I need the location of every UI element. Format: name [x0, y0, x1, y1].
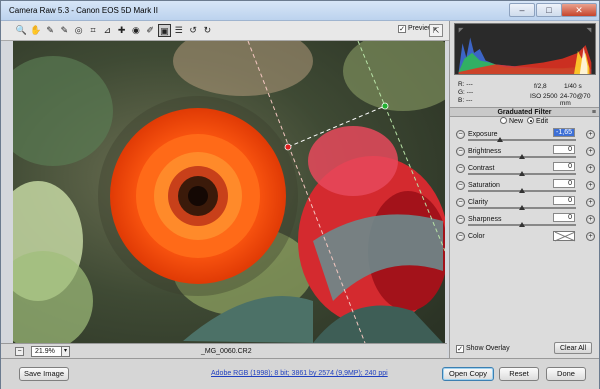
exposure-slider-thumb[interactable]: [497, 137, 504, 142]
close-button[interactable]: ✕: [561, 3, 597, 17]
saturation-value-field[interactable]: 0: [553, 179, 575, 188]
clarity-label: Clarity: [468, 199, 488, 206]
crop-tool-icon[interactable]: ⌗: [87, 24, 100, 37]
title-bar: Camera Raw 5.3 - Canon EOS 5D Mark II – …: [1, 1, 599, 21]
filter-start-pin[interactable]: [284, 143, 292, 151]
contrast-label: Contrast: [468, 165, 495, 172]
preview-toggle[interactable]: ✓ Preview: [398, 25, 433, 33]
rotate-right-icon[interactable]: ↻: [201, 24, 214, 37]
color-label: Color: [468, 233, 485, 240]
hand-tool-icon[interactable]: ✋: [29, 24, 42, 37]
clear-all-button[interactable]: Clear All: [554, 342, 592, 354]
adjustment-panel: R: --- G: --- B: --- f/2,8 1/40 s ISO 25…: [449, 21, 599, 358]
photo-canvas: [13, 41, 445, 343]
saturation-plus-icon[interactable]: +: [586, 181, 595, 190]
mode-edit-radio[interactable]: Edit: [527, 117, 548, 125]
clarity-slider-thumb[interactable]: [519, 205, 525, 210]
zoom-tool-icon[interactable]: 🔍: [15, 24, 28, 37]
preferences-icon[interactable]: ☰: [172, 24, 185, 37]
show-overlay-toggle[interactable]: ✓ Show Overlay: [456, 345, 510, 353]
fullscreen-icon[interactable]: ⇱: [429, 24, 443, 37]
brightness-value-field[interactable]: 0: [553, 145, 575, 154]
contrast-minus-icon[interactable]: −: [456, 164, 465, 173]
maximize-button[interactable]: □: [536, 3, 562, 17]
color-row: − Color +: [450, 229, 599, 248]
exposure-value-field[interactable]: -1,65: [553, 128, 575, 137]
open-copy-button[interactable]: Open Copy: [442, 367, 494, 381]
contrast-slider-thumb[interactable]: [519, 171, 525, 176]
spot-removal-tool-icon[interactable]: ✚: [115, 24, 128, 37]
color-minus-icon[interactable]: −: [456, 232, 465, 241]
camera-raw-window: Camera Raw 5.3 - Canon EOS 5D Mark II – …: [0, 0, 600, 389]
show-overlay-label: Show Overlay: [466, 345, 510, 352]
contrast-value-field[interactable]: 0: [553, 162, 575, 171]
reset-button[interactable]: Reset: [499, 367, 539, 381]
zoom-level-field[interactable]: 21.9%: [31, 346, 63, 357]
panel-title: Graduated Filter: [497, 109, 552, 116]
sharpness-minus-icon[interactable]: −: [456, 215, 465, 224]
radio-edit-icon[interactable]: [527, 117, 534, 124]
exposure-plus-icon[interactable]: +: [586, 130, 595, 139]
image-preview[interactable]: [13, 41, 445, 343]
info-readout: R: --- G: --- B: --- f/2,8 1/40 s ISO 25…: [456, 79, 596, 107]
file-name: _MG_0060.CR2: [201, 348, 252, 355]
saturation-slider-thumb[interactable]: [519, 188, 525, 193]
window-title: Camera Raw 5.3 - Canon EOS 5D Mark II: [9, 6, 158, 15]
brightness-minus-icon[interactable]: −: [456, 147, 465, 156]
panel-header: Graduated Filter ≡: [450, 107, 599, 117]
done-button[interactable]: Done: [546, 367, 586, 381]
clarity-minus-icon[interactable]: −: [456, 198, 465, 207]
targeted-adjustment-tool-icon[interactable]: ◎: [72, 24, 85, 37]
brightness-label: Brightness: [468, 148, 502, 155]
clarity-value-field[interactable]: 0: [553, 196, 575, 205]
radio-new-icon[interactable]: [500, 117, 507, 124]
panel-menu-icon[interactable]: ≡: [592, 108, 596, 117]
red-eye-tool-icon[interactable]: ◉: [129, 24, 142, 37]
color-swatch[interactable]: [553, 231, 575, 241]
exposure-minus-icon[interactable]: −: [456, 130, 465, 139]
straighten-tool-icon[interactable]: ⊿: [101, 24, 114, 37]
red-readout: R: ---: [458, 81, 473, 88]
contrast-plus-icon[interactable]: +: [586, 164, 595, 173]
minimize-button[interactable]: –: [509, 3, 535, 17]
clarity-plus-icon[interactable]: +: [586, 198, 595, 207]
sharpness-plus-icon[interactable]: +: [586, 215, 595, 224]
iso: ISO 2500: [530, 93, 558, 100]
exposure-slider-track[interactable]: [468, 139, 576, 141]
sharpness-slider-thumb[interactable]: [519, 222, 525, 227]
shutter: 1/40 s: [564, 83, 582, 90]
mode-edit-label: Edit: [536, 118, 549, 125]
mode-new-radio[interactable]: New: [500, 117, 523, 125]
zoom-out-icon[interactable]: −: [15, 347, 24, 356]
rotate-left-icon[interactable]: ↺: [187, 24, 200, 37]
saturation-minus-icon[interactable]: −: [456, 181, 465, 190]
bottom-bar: Save Image Adobe RGB (1998); 8 bit; 3861…: [1, 358, 599, 389]
brightness-plus-icon[interactable]: +: [586, 147, 595, 156]
white-balance-tool-icon[interactable]: ✎: [44, 24, 57, 37]
green-readout: G: ---: [458, 89, 474, 96]
mode-new-label: New: [509, 118, 524, 125]
preview-checkbox[interactable]: ✓: [398, 25, 406, 33]
aperture: f/2,8: [534, 83, 547, 90]
workflow-options-link[interactable]: Adobe RGB (1998); 8 bit; 3861 by 2574 (9…: [211, 370, 388, 377]
graduated-filter-icon[interactable]: ▣: [158, 24, 171, 37]
show-overlay-checkbox[interactable]: ✓: [456, 345, 464, 353]
save-image-button[interactable]: Save Image: [19, 367, 69, 381]
brightness-slider-thumb[interactable]: [519, 154, 525, 159]
histogram: [454, 23, 596, 75]
color-sampler-tool-icon[interactable]: ✎: [58, 24, 71, 37]
blue-readout: B: ---: [458, 97, 473, 104]
filter-end-pin[interactable]: [381, 102, 389, 110]
sharpness-label: Sharpness: [468, 216, 502, 223]
image-status-bar: − + 21.9% ▾ _MG_0060.CR2: [1, 343, 447, 358]
saturation-label: Saturation: [468, 182, 500, 189]
exposure-label: Exposure: [468, 131, 498, 138]
lens: 24-70@70 mm: [560, 93, 591, 107]
color-plus-icon[interactable]: +: [586, 232, 595, 241]
zoom-dropdown-icon[interactable]: ▾: [61, 346, 70, 357]
adjustment-brush-icon[interactable]: ✐: [144, 24, 157, 37]
sharpness-value-field[interactable]: 0: [553, 213, 575, 222]
